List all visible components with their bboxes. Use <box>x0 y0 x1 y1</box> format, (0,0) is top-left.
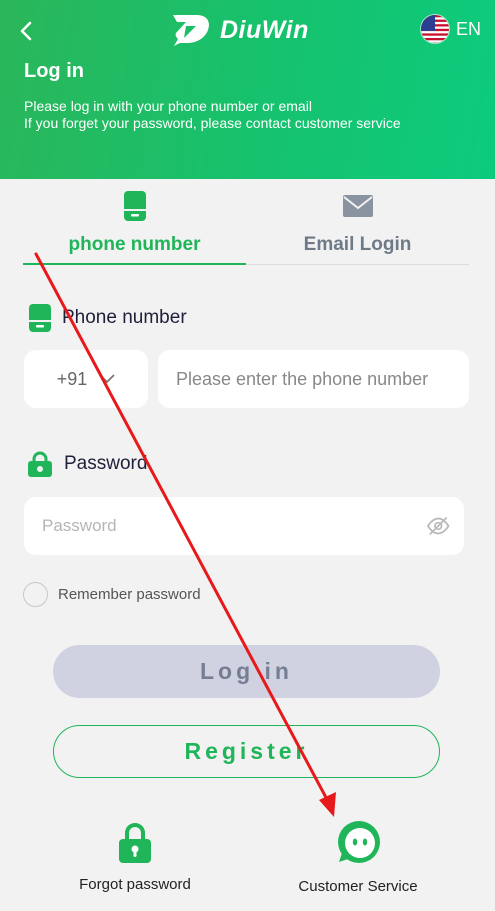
forgot-password-label: Forgot password <box>79 876 191 893</box>
remember-password-toggle[interactable]: Remember password <box>23 582 201 607</box>
phone-icon <box>29 304 51 332</box>
chevron-down-icon <box>99 374 115 384</box>
mail-icon <box>342 195 373 217</box>
logo-icon <box>173 15 209 46</box>
phone-field-label: Phone number <box>28 303 187 333</box>
password-input-box <box>24 497 464 555</box>
tab-phone-number[interactable]: phone number <box>23 186 246 265</box>
lock-icon <box>28 451 52 477</box>
country-code-select[interactable]: +91 <box>24 350 148 408</box>
language-selector[interactable]: EN <box>419 14 481 44</box>
phone-input-box <box>158 350 469 408</box>
phone-input[interactable] <box>176 368 469 390</box>
tab-label: phone number <box>68 234 201 255</box>
password-field-label: Password <box>26 450 147 478</box>
eye-hidden-icon[interactable] <box>426 515 450 537</box>
us-flag-icon <box>419 14 450 44</box>
register-button[interactable]: Register <box>53 725 440 778</box>
remember-label: Remember password <box>58 586 201 603</box>
password-label-text: Password <box>64 453 148 474</box>
brand-logo: DiuWin <box>170 12 309 48</box>
password-input[interactable] <box>42 516 426 536</box>
login-method-tabs: phone number Email Login <box>23 186 469 265</box>
customer-service-label: Customer Service <box>298 878 418 895</box>
country-code-value: +91 <box>56 368 88 389</box>
login-header: DiuWin EN Log in Please log in with your… <box>0 0 495 179</box>
phone-icon <box>123 191 146 221</box>
lock-icon <box>119 823 151 863</box>
customer-service-icon <box>338 821 380 863</box>
chevron-left-icon <box>20 21 32 41</box>
language-label: EN <box>455 18 481 39</box>
hint-line-1: Please log in with your phone number or … <box>24 98 312 114</box>
hint-line-2: If you forget your password, please cont… <box>24 115 401 131</box>
tab-email-login[interactable]: Email Login <box>246 186 469 264</box>
login-hint: Please log in with your phone number or … <box>24 98 401 132</box>
login-button[interactable]: Log in <box>53 645 440 698</box>
phone-label-text: Phone number <box>62 307 187 328</box>
back-button[interactable] <box>14 18 40 44</box>
remember-radio[interactable] <box>23 582 48 607</box>
brand-name: DiuWin <box>220 15 309 44</box>
forgot-password-link[interactable]: Forgot password <box>74 822 196 893</box>
customer-service-link[interactable]: Customer Service <box>292 820 424 895</box>
page-title: Log in <box>24 60 84 82</box>
tab-label: Email Login <box>303 234 412 255</box>
